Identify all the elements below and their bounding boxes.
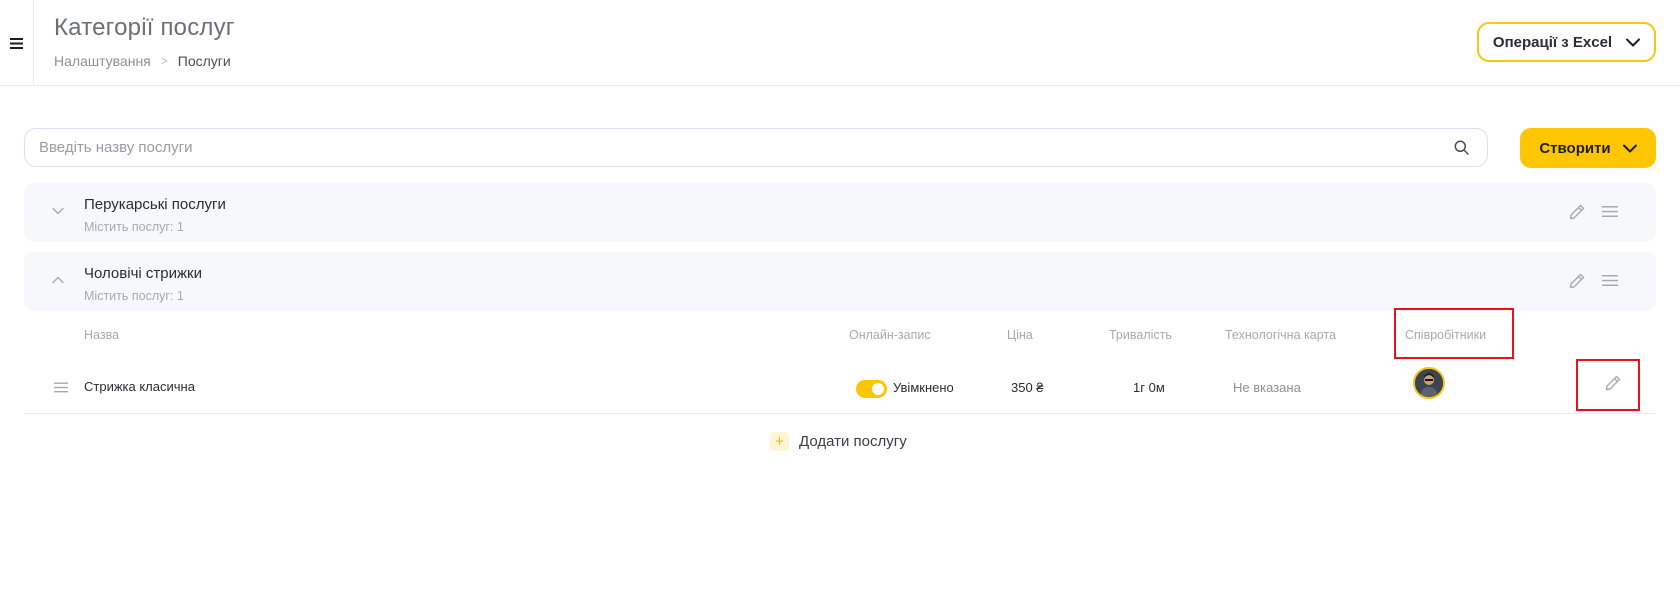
page-title: Категорії послуг: [54, 14, 235, 41]
chevron-up-icon[interactable]: [52, 276, 64, 284]
person-avatar-icon: [1415, 369, 1443, 397]
hamburger-icon: [10, 37, 23, 49]
drag-handle-icon[interactable]: [1602, 274, 1618, 287]
column-header-online: Онлайн-запис: [849, 328, 931, 342]
drag-handle-icon[interactable]: [1602, 205, 1618, 218]
column-header-duration: Тривалість: [1109, 328, 1172, 342]
column-header-price: Ціна: [1007, 328, 1033, 342]
category-count: Містить послуг: 1: [84, 220, 184, 234]
online-booking-status: Увімкнено: [893, 380, 954, 395]
pencil-icon[interactable]: [1568, 203, 1586, 221]
staff-avatar[interactable]: [1413, 367, 1445, 399]
service-name: Стрижка класична: [84, 379, 195, 394]
pencil-icon[interactable]: [1604, 374, 1622, 392]
chevron-down-icon: [1622, 144, 1637, 152]
service-price: 350 ₴: [1011, 380, 1044, 395]
category-name: Чоловічі стрижки: [84, 265, 202, 282]
menu-button[interactable]: [0, 0, 34, 86]
service-duration: 1г 0м: [1133, 380, 1165, 395]
add-service-button[interactable]: + Додати послугу: [770, 432, 907, 451]
column-header-name: Назва: [84, 328, 120, 342]
add-service-label: Додати послугу: [799, 433, 907, 450]
breadcrumb-current: Послуги: [177, 53, 231, 69]
chevron-down-icon[interactable]: [52, 207, 64, 215]
drag-handle-icon[interactable]: [54, 382, 68, 393]
excel-operations-label: Операції з Excel: [1492, 33, 1613, 51]
category-mens-haircuts[interactable]: Чоловічі стрижки Містить послуг: 1: [24, 252, 1656, 311]
chevron-down-icon: [1626, 38, 1641, 46]
create-button[interactable]: Створити: [1520, 128, 1656, 168]
breadcrumb-settings-link[interactable]: Налаштування: [54, 53, 151, 69]
column-header-tech-card: Технологічна карта: [1225, 328, 1336, 342]
service-tech-card: Не вказана: [1233, 380, 1301, 395]
search-box: [24, 128, 1488, 167]
create-button-label: Створити: [1539, 139, 1611, 157]
category-haircut-services[interactable]: Перукарські послуги Містить послуг: 1: [24, 183, 1656, 242]
plus-icon: +: [770, 432, 789, 451]
online-booking-toggle[interactable]: [856, 380, 887, 398]
excel-operations-button[interactable]: Операції з Excel: [1477, 22, 1656, 62]
category-name: Перукарські послуги: [84, 196, 226, 213]
breadcrumb: Налаштування > Послуги: [54, 53, 231, 69]
search-icon[interactable]: [1454, 140, 1469, 155]
category-count: Містить послуг: 1: [84, 289, 184, 303]
search-input[interactable]: [39, 129, 1439, 165]
pencil-icon[interactable]: [1568, 272, 1586, 290]
column-header-staff: Співробітники: [1405, 328, 1487, 342]
table-row[interactable]: Стрижка класична Увімкнено 350 ₴ 1г 0м Н…: [24, 360, 1656, 414]
page-header: Категорії послуг Налаштування > Послуги …: [0, 0, 1680, 86]
breadcrumb-separator: >: [160, 54, 168, 68]
